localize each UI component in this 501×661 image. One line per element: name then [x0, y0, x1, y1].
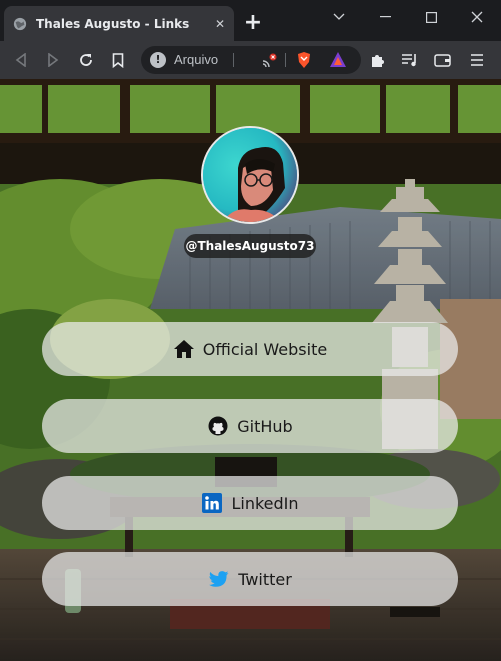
minimize-button[interactable] — [362, 0, 408, 34]
page-viewport: @ThalesAugusto73 Official Website GitHub… — [0, 79, 501, 661]
link-label: Official Website — [202, 339, 328, 359]
profile-handle: @ThalesAugusto73 — [184, 234, 316, 258]
avatar-photo — [203, 128, 297, 222]
back-button[interactable] — [11, 50, 31, 70]
forward-button[interactable] — [43, 50, 63, 70]
official-website-link-button[interactable]: Official Website — [42, 322, 458, 376]
media-playlist-button[interactable] — [400, 50, 420, 70]
puzzle-icon — [372, 55, 384, 67]
playlist-icon — [402, 54, 416, 67]
extensions-button[interactable] — [368, 50, 388, 70]
hamburger-menu-icon — [471, 54, 483, 66]
menu-button[interactable] — [467, 50, 487, 70]
link-label: GitHub — [237, 416, 293, 436]
github-icon — [207, 415, 229, 437]
close-icon — [471, 11, 483, 23]
twitter-icon — [208, 568, 230, 590]
maximize-icon — [425, 11, 437, 23]
linkedin-icon — [201, 492, 223, 514]
arrow-right-icon — [48, 53, 59, 67]
home-icon — [173, 338, 195, 360]
bookmark-icon — [112, 52, 124, 68]
omnibox-divider-2 — [285, 53, 286, 67]
close-window-button[interactable] — [454, 0, 500, 34]
github-link-button[interactable]: GitHub — [42, 399, 458, 453]
minimize-icon — [379, 16, 391, 18]
bookmark-button[interactable] — [108, 50, 128, 70]
linkedin-link-button[interactable]: LinkedIn — [42, 476, 458, 530]
maximize-button[interactable] — [408, 0, 454, 34]
brave-rewards-icon[interactable] — [329, 51, 347, 69]
reload-icon — [80, 54, 92, 66]
reload-button[interactable] — [76, 50, 96, 70]
brave-shields-icon[interactable] — [296, 51, 312, 69]
browser-toolbar: ! Arquivo — [0, 41, 501, 79]
security-label: Arquivo — [174, 52, 219, 67]
avatar — [201, 126, 299, 224]
wallet-icon — [434, 54, 451, 67]
browser-titlebar: Thales Augusto - Links ✕ + — [0, 0, 501, 41]
chevron-down-icon — [333, 13, 345, 20]
tab-title: Thales Augusto - Links — [36, 16, 190, 31]
omnibox-divider — [233, 53, 234, 67]
globe-icon — [13, 17, 27, 30]
link-label: Twitter — [238, 569, 292, 589]
wallet-button[interactable] — [433, 50, 453, 70]
twitter-link-button[interactable]: Twitter — [42, 552, 458, 606]
tab-close-button[interactable]: ✕ — [212, 16, 228, 32]
link-label: LinkedIn — [231, 493, 299, 513]
new-tab-button[interactable]: + — [243, 12, 263, 34]
arrow-left-icon — [15, 53, 26, 67]
tab-search-button[interactable] — [316, 0, 362, 34]
info-icon[interactable]: ! — [150, 52, 166, 68]
browser-tab[interactable]: Thales Augusto - Links ✕ — [4, 6, 234, 41]
address-bar[interactable]: ! Arquivo — [141, 46, 361, 74]
cast-blocked-icon[interactable] — [261, 52, 277, 68]
